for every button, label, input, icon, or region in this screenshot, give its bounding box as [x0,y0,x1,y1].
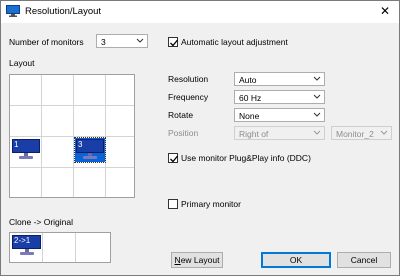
layout-cell[interactable] [42,168,74,197]
clone-label: Clone -> Original [9,217,74,227]
layout-label: Layout [9,58,35,68]
cancel-button[interactable]: Cancel [337,252,391,268]
frequency-select[interactable]: 60 Hz [234,90,325,104]
frequency-value: 60 Hz [239,93,262,103]
position-monitor-select[interactable]: Monitor_2 [331,126,392,140]
auto-layout-checkbox[interactable] [168,37,179,47]
position-select[interactable]: Right of [234,126,325,140]
clone-cell[interactable] [43,233,76,262]
chevron-down-icon [313,94,321,100]
clone-monitor-label: 2->1 [14,236,31,245]
resolution-value: Auto [239,75,257,85]
ddc-checkbox[interactable] [168,153,179,163]
rotate-label: Rotate [168,110,194,120]
rotate-value: None [239,111,260,121]
layout-cell[interactable] [42,106,74,137]
position-label: Position [168,128,199,138]
close-icon[interactable]: ✕ [375,2,395,21]
layout-cell[interactable] [106,75,134,106]
clone-cell[interactable] [76,233,110,262]
title-bar: Resolution/Layout ✕ [1,1,399,23]
ok-button[interactable]: OK [261,252,331,268]
layout-cell[interactable] [74,75,106,106]
window-title: Resolution/Layout [25,6,102,17]
monitor-1-icon[interactable]: 1 [12,139,40,161]
layout-cell[interactable] [106,137,134,168]
layout-cell[interactable] [10,168,42,197]
frequency-label: Frequency [168,92,209,102]
clone-grid[interactable]: 2->1 [9,232,111,263]
monitor-app-icon [6,5,20,17]
new-layout-label: ew Layout [180,255,220,265]
monitor-3-icon[interactable]: 3 [74,137,106,163]
number-of-monitors-value: 3 [101,37,106,47]
primary-monitor-label: Primary monitor [181,199,241,209]
position-monitor-value: Monitor_2 [336,129,374,139]
clone-monitor-icon[interactable]: 2->1 [12,235,41,257]
ok-label: OK [289,255,303,265]
monitor-1-number: 1 [14,140,19,149]
layout-cell[interactable] [42,75,74,106]
cancel-label: Cancel [350,255,378,265]
rotate-select[interactable]: None [234,108,325,122]
layout-cell[interactable] [42,137,74,168]
number-of-monitors-select[interactable]: 3 [96,34,148,48]
monitor-3-number: 3 [78,140,83,149]
position-value: Right of [239,129,269,139]
resolution-layout-dialog: Resolution/Layout ✕ Number of monitors 3… [0,0,400,276]
layout-cell[interactable] [10,75,42,106]
new-layout-button[interactable]: New Layout [171,252,223,268]
layout-cell[interactable] [106,168,134,197]
layout-cell[interactable] [10,106,42,137]
auto-layout-label: Automatic layout adjustment [181,37,288,47]
chevron-down-icon [313,112,321,118]
layout-cell[interactable] [106,106,134,137]
chevron-down-icon [136,38,144,44]
primary-monitor-checkbox[interactable] [168,199,178,209]
resolution-label: Resolution [168,74,209,84]
chevron-down-icon [313,76,321,82]
resolution-select[interactable]: Auto [234,72,325,86]
layout-cell[interactable] [74,168,106,197]
ddc-label: Use monitor Plug&Play info (DDC) [181,153,311,163]
chevron-down-icon [313,130,321,136]
layout-cell[interactable] [74,106,106,137]
chevron-down-icon [380,130,388,136]
layout-grid[interactable]: 1 3 [9,74,135,198]
number-of-monitors-label: Number of monitors [9,37,84,47]
